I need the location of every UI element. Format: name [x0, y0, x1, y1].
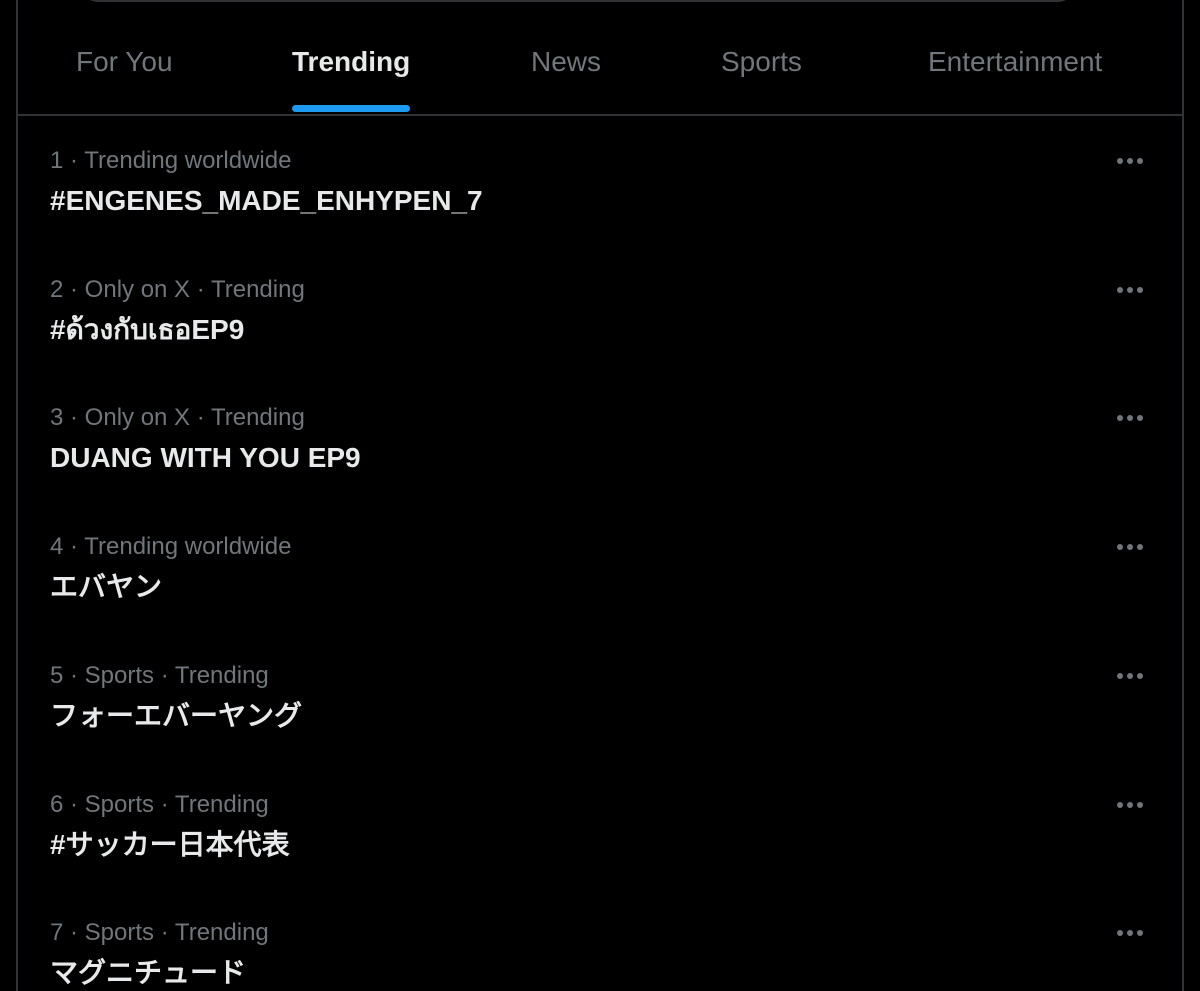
trend-context: 5 · Sports · Trending [50, 662, 269, 689]
trend-name: #ENGENES_MADE_ENHYPEN_7 [50, 185, 483, 216]
trend-context: 3 · Only on X · Trending [50, 404, 305, 431]
trend-item[interactable]: 5 · Sports · Trending フォーエバーヤング [18, 660, 1182, 788]
trend-name: #サッカー日本代表 [50, 829, 290, 860]
trend-item[interactable]: 1 · Trending worldwide #ENGENES_MADE_ENH… [18, 145, 1182, 273]
more-horizontal-icon[interactable] [1112, 533, 1148, 561]
explore-tabs: For You Trending News Sports Entertainme… [18, 0, 1182, 116]
trend-name: #ด้วงกับเธอEP9 [50, 314, 245, 345]
tab-label: News [531, 46, 602, 77]
more-horizontal-icon[interactable] [1112, 791, 1148, 819]
tab-label: For You [76, 46, 173, 77]
more-horizontal-icon[interactable] [1112, 147, 1148, 175]
trend-item[interactable]: 2 · Only on X · Trending #ด้วงกับเธอEP9 [18, 274, 1182, 402]
trend-name: マグニチュード [50, 957, 247, 988]
tab-label: Trending [292, 46, 411, 77]
trend-context: 2 · Only on X · Trending [50, 276, 305, 303]
tab-news[interactable]: News [531, 44, 601, 80]
trend-item[interactable]: 4 · Trending worldwide エバヤン [18, 531, 1182, 659]
explore-panel: For You Trending News Sports Entertainme… [16, 0, 1184, 991]
trend-name: エバヤン [50, 571, 163, 602]
trend-context: 7 · Sports · Trending [50, 919, 269, 946]
trend-context: 4 · Trending worldwide [50, 533, 292, 560]
more-horizontal-icon[interactable] [1112, 276, 1148, 304]
tab-label: Entertainment [928, 46, 1103, 77]
tab-for-you[interactable]: For You [76, 44, 173, 80]
trend-item[interactable]: 6 · Sports · Trending #サッカー日本代表 [18, 789, 1182, 917]
tab-entertainment[interactable]: Entertainment [928, 44, 1102, 80]
active-tab-indicator [292, 105, 411, 112]
more-horizontal-icon[interactable] [1112, 404, 1148, 432]
tab-sports[interactable]: Sports [721, 44, 802, 80]
tab-label: Sports [721, 46, 802, 77]
tab-trending[interactable]: Trending [292, 44, 411, 112]
trend-item[interactable]: 7 · Sports · Trending マグニチュード [18, 917, 1182, 991]
trend-name: DUANG WITH YOU EP9 [50, 442, 361, 473]
trend-item[interactable]: 3 · Only on X · Trending DUANG WITH YOU … [18, 402, 1182, 530]
trend-context: 1 · Trending worldwide [50, 147, 292, 174]
trend-name: フォーエバーヤング [50, 700, 303, 731]
trend-context: 6 · Sports · Trending [50, 791, 269, 818]
more-horizontal-icon[interactable] [1112, 919, 1148, 947]
more-horizontal-icon[interactable] [1112, 662, 1148, 690]
